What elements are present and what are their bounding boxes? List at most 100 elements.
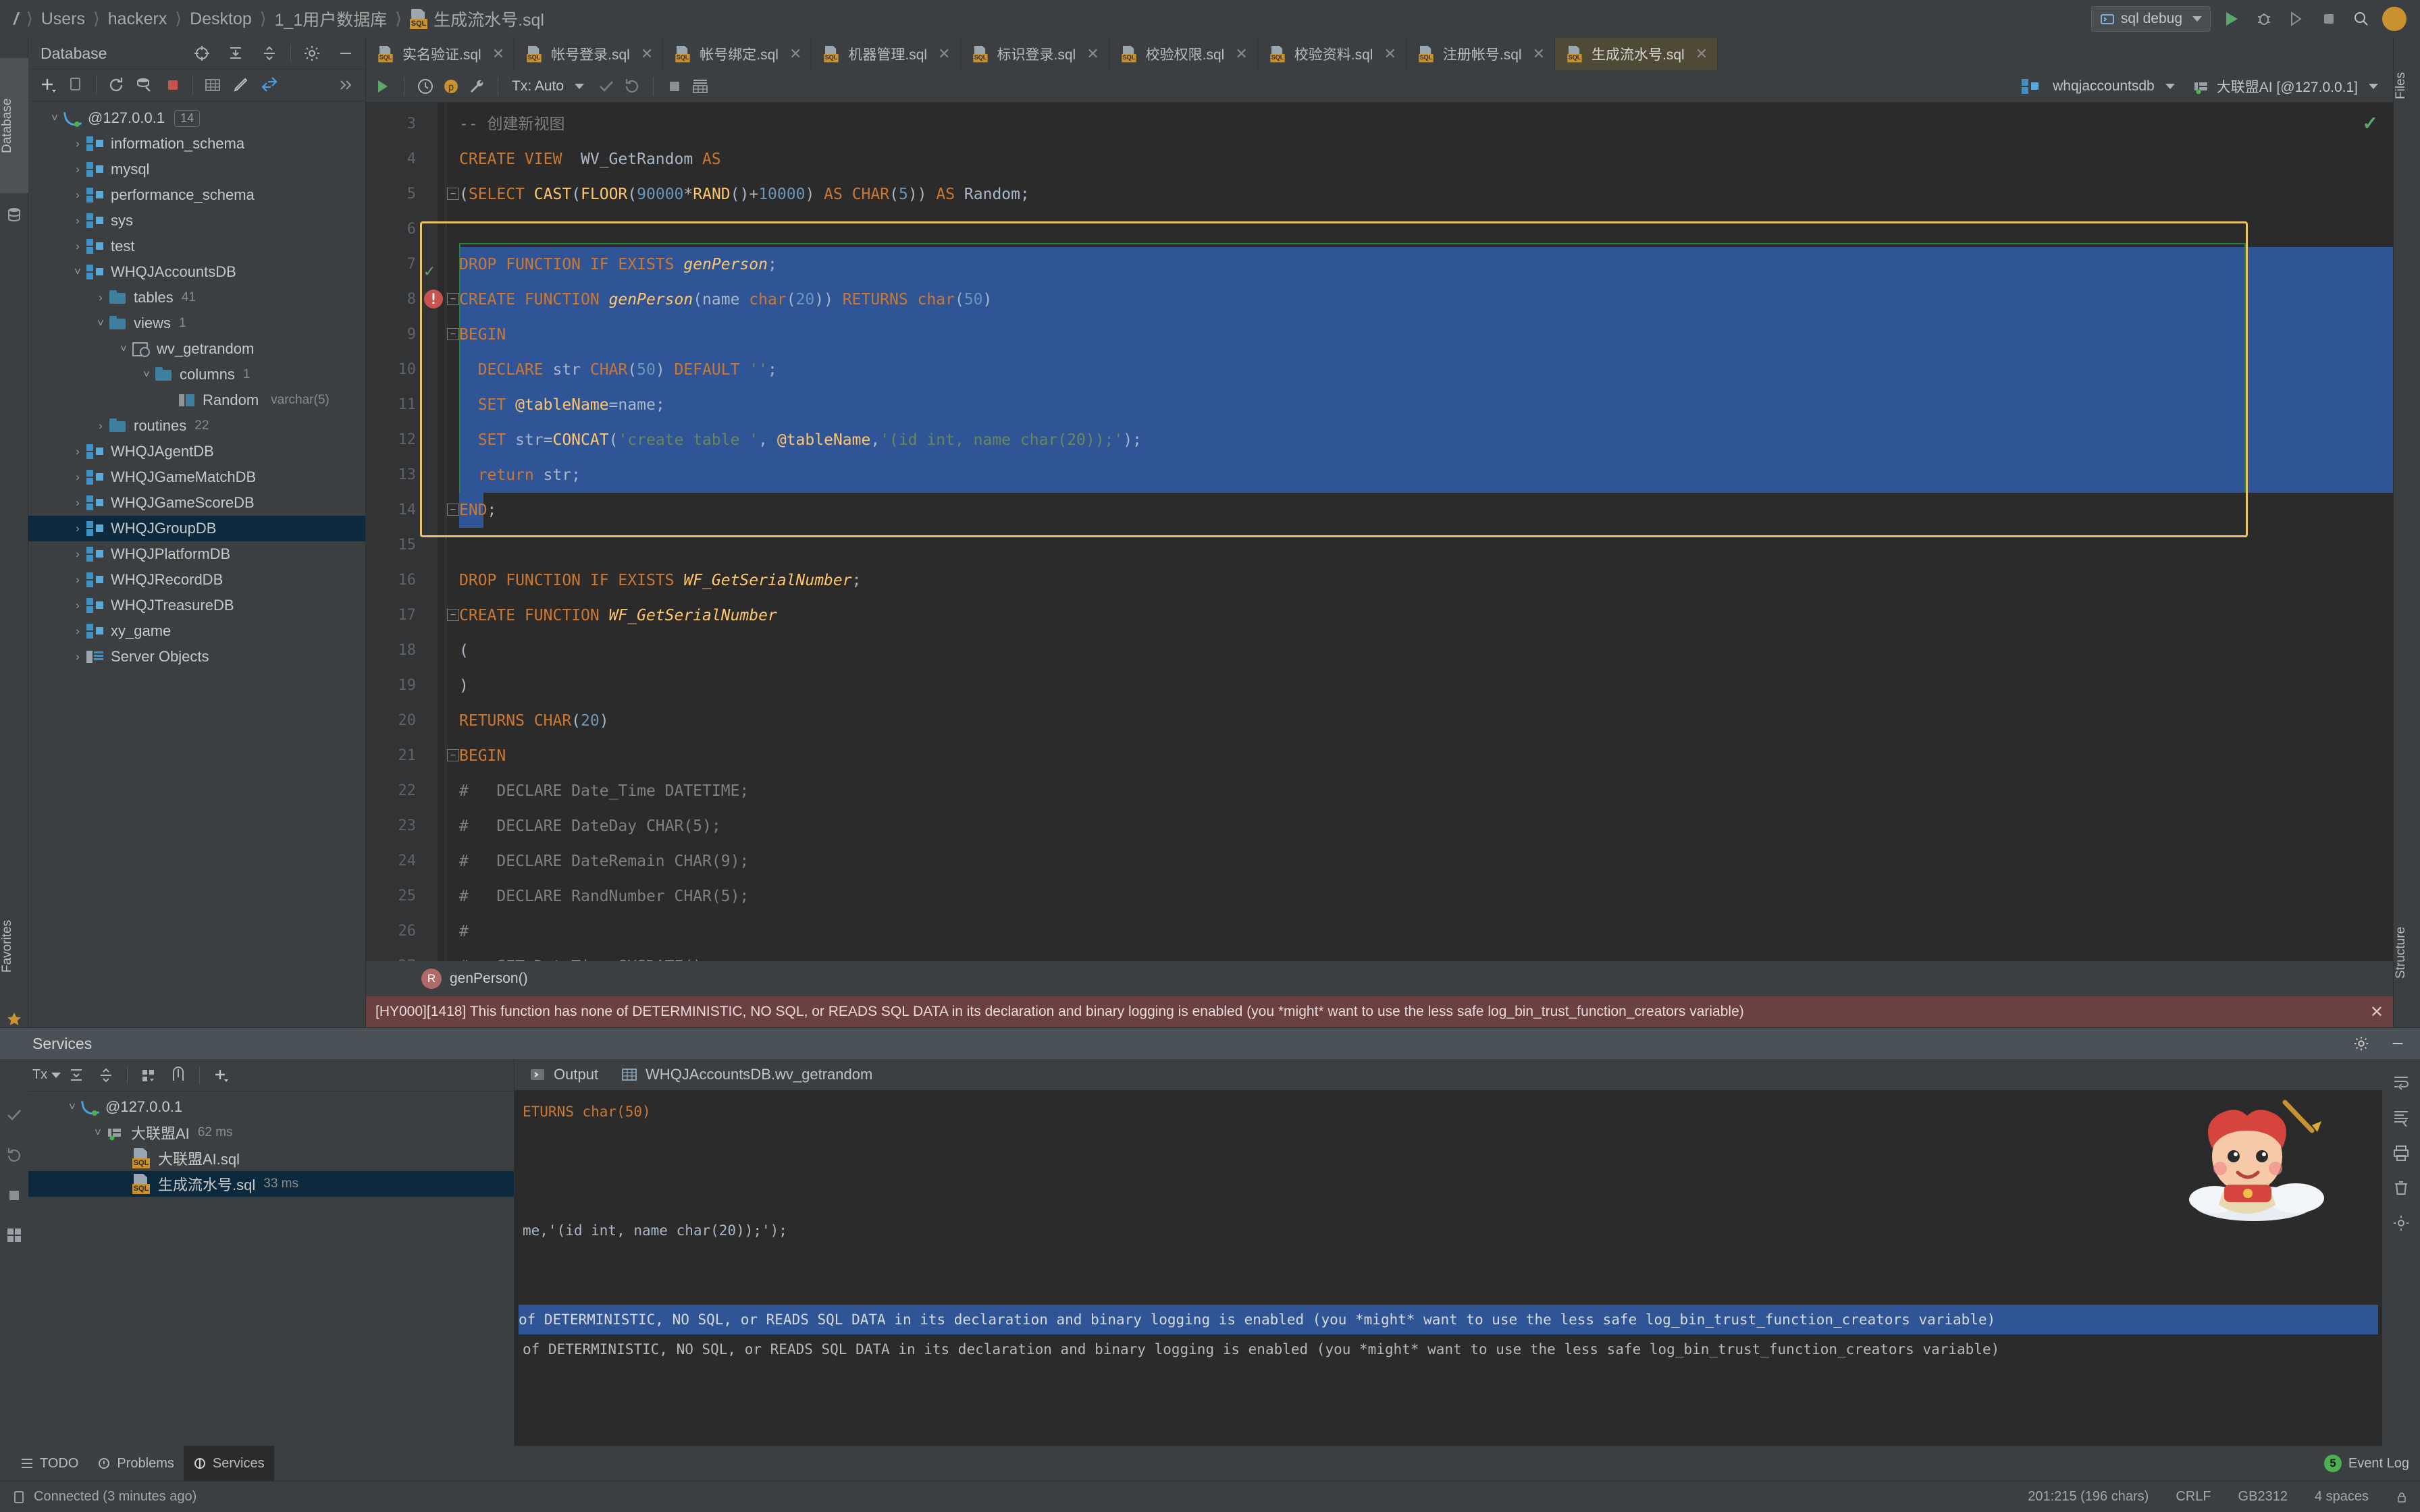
expand-arrow-down-icon[interactable]: ˅ [69, 265, 86, 279]
hide-panel-icon[interactable] [333, 40, 359, 66]
expand-arrow-down-icon[interactable]: ˅ [89, 1126, 107, 1139]
editor-tab[interactable]: 帐号登录.sql ✕ [515, 38, 664, 70]
add-icon[interactable] [208, 1062, 234, 1088]
code-line[interactable]: 6 [366, 212, 2393, 247]
expand-arrow-right-icon[interactable]: › [69, 522, 86, 535]
search-everywhere-icon[interactable] [2350, 7, 2373, 30]
wrench-icon[interactable] [465, 75, 488, 98]
code-line[interactable]: 25 # DECLARE RandNumber CHAR(5); [366, 879, 2393, 914]
transaction-mode-label[interactable]: Tx: Auto [512, 78, 564, 94]
tree-row[interactable]: › mysql [28, 157, 365, 182]
code-line[interactable]: 24 # DECLARE DateRemain CHAR(9); [366, 844, 2393, 879]
code-line[interactable]: 21 − BEGIN [366, 738, 2393, 774]
database-tools-icon[interactable] [132, 72, 157, 98]
close-icon[interactable]: ✕ [1235, 45, 1247, 63]
code-line[interactable]: 9 − BEGIN [366, 317, 2393, 352]
code-line[interactable]: 12 SET str=CONCAT('create table ', @tabl… [366, 423, 2393, 458]
services-tree[interactable]: ˅ @127.0.0.1 ˅ 大联盟AI 62 ms 大联盟AI.sql 生成流水号.sql… [28, 1091, 514, 1446]
gear-icon[interactable] [2348, 1031, 2374, 1056]
tree-row[interactable]: ˅ views 1 [28, 310, 365, 336]
file-encoding[interactable]: GB2312 [2238, 1489, 2288, 1505]
close-icon[interactable]: ✕ [492, 45, 504, 63]
close-icon[interactable]: ✕ [1695, 45, 1708, 63]
services-output-tab[interactable]: Output [529, 1066, 598, 1083]
history-icon[interactable] [414, 75, 437, 98]
breadcrumb-desktop[interactable]: Desktop [190, 9, 252, 29]
indent-setting[interactable]: 4 spaces [2315, 1489, 2369, 1505]
collapse-all-icon[interactable] [93, 1062, 119, 1088]
locate-icon[interactable] [189, 40, 215, 66]
editor-tab-strip[interactable]: 实名验证.sql✕帐号登录.sql✕帐号绑定.sql✕机器管理.sql✕标识登录… [366, 38, 2393, 70]
chevron-down-icon[interactable] [575, 83, 585, 89]
table-icon[interactable] [200, 72, 226, 98]
inspection-ok-icon[interactable]: ✓ [2363, 112, 2378, 134]
tree-row[interactable]: › WHQJPlatformDB [28, 541, 365, 567]
code-line[interactable]: 4 CREATE VIEW WV_GetRandom AS [366, 142, 2393, 177]
more-icon[interactable] [333, 72, 359, 98]
sidebar-item-database[interactable]: Database [0, 58, 28, 193]
run-with-coverage-button[interactable] [2285, 7, 2308, 30]
breadcrumb-folder[interactable]: 1_1用户数据库 [275, 7, 388, 31]
tree-row[interactable]: › information_schema [28, 131, 365, 157]
tree-row[interactable]: ˅ wv_getrandom [28, 336, 365, 362]
tree-row[interactable]: › sys [28, 208, 365, 234]
settings-icon[interactable] [2392, 1214, 2410, 1232]
editor-tab[interactable]: 帐号绑定.sql ✕ [663, 38, 812, 70]
close-icon[interactable]: ✕ [641, 45, 653, 63]
collapse-all-icon[interactable] [257, 40, 282, 66]
gear-icon[interactable] [299, 40, 325, 66]
tree-row[interactable]: › WHQJGameMatchDB [28, 464, 365, 490]
code-line[interactable]: 23 # DECLARE DateDay CHAR(5); [366, 809, 2393, 844]
refresh-icon[interactable] [103, 72, 129, 98]
status-tab-todo[interactable]: TODO [11, 1446, 88, 1481]
editor-tab[interactable]: 生成流水号.sql ✕ [1555, 38, 1718, 70]
gutter-error-icon[interactable]: ! [424, 290, 443, 308]
tree-row[interactable]: › WHQJGameScoreDB [28, 490, 365, 516]
tree-row[interactable]: › routines 22 [28, 413, 365, 439]
print-icon[interactable] [2392, 1144, 2410, 1162]
breadcrumb-users[interactable]: Users [41, 9, 85, 29]
code-line[interactable]: 3 -- 创建新视图 [366, 107, 2393, 142]
expand-arrow-down-icon[interactable]: ˅ [138, 368, 155, 381]
clear-all-icon[interactable] [2392, 1179, 2410, 1197]
editor-tab[interactable]: 注册帐号.sql ✕ [1406, 38, 1555, 70]
database-tree[interactable]: ˅ @127.0.0.1 14 › information_schema › mysql › p… [28, 101, 365, 1027]
code-line[interactable]: 8! − CREATE FUNCTION genPerson(name char(2… [366, 282, 2393, 317]
tree-row[interactable]: › WHQJGroupDB [28, 516, 365, 541]
run-configuration-selector[interactable]: sql debug [2090, 6, 2211, 32]
close-icon[interactable]: ✕ [789, 45, 801, 63]
rollback-icon[interactable] [621, 75, 643, 98]
tree-row[interactable]: › test [28, 234, 365, 259]
stop-icon[interactable] [6, 1187, 22, 1204]
wrap-text-icon[interactable] [2392, 1074, 2410, 1091]
expand-arrow-right-icon[interactable]: › [69, 470, 86, 484]
add-icon[interactable] [35, 72, 61, 98]
rollback-icon[interactable] [5, 1147, 23, 1164]
tree-row[interactable]: Random varchar(5) [28, 387, 365, 413]
stop-icon[interactable] [160, 72, 186, 98]
code-line[interactable]: 22 # DECLARE Date_Time DATETIME; [366, 774, 2393, 809]
tree-row[interactable]: › WHQJTreasureDB [28, 593, 365, 618]
status-tab-problems[interactable]: Problems [88, 1446, 183, 1481]
code-line[interactable]: 26 # [366, 914, 2393, 949]
connection-status[interactable]: Connected (3 minutes ago) [34, 1489, 196, 1505]
stop-button[interactable] [2317, 7, 2340, 30]
code-line[interactable]: 15 [366, 528, 2393, 563]
expand-arrow-down-icon[interactable]: ˅ [46, 111, 63, 125]
tx-icon[interactable]: Tx [32, 1062, 61, 1088]
code-fold-icon[interactable]: − [447, 293, 459, 305]
code-line[interactable]: 14 − END; [366, 493, 2393, 528]
scroll-to-end-icon[interactable] [2392, 1109, 2410, 1127]
grid-icon[interactable] [5, 1226, 23, 1244]
editor-tab[interactable]: 校验资料.sql ✕ [1258, 38, 1406, 70]
hide-panel-icon[interactable] [2385, 1031, 2411, 1056]
commit-icon[interactable] [5, 1106, 23, 1124]
expand-arrow-right-icon[interactable]: › [69, 496, 86, 510]
tree-row[interactable]: › WHQJRecordDB [28, 567, 365, 593]
stop-icon[interactable] [663, 75, 686, 98]
code-editor[interactable]: 3 -- 创建新视图 4 CREATE VIEW WV_GetRandom AS 5−(… [366, 103, 2393, 961]
close-icon[interactable]: ✕ [1384, 45, 1396, 63]
breadcrumb-root[interactable]: / [14, 9, 18, 29]
expand-arrow-right-icon[interactable]: › [69, 599, 86, 612]
editor-tab[interactable]: 标识登录.sql ✕ [961, 38, 1109, 70]
